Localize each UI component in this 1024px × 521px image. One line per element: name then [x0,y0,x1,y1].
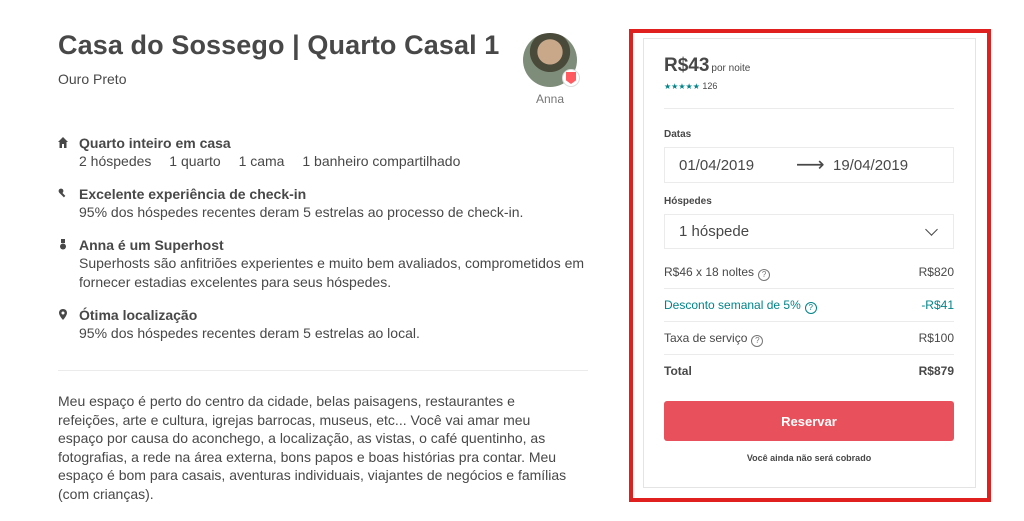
guests-select[interactable]: 1 hóspede [664,214,954,249]
feature-title: Excelente experiência de check-in [79,186,307,202]
price-row: R$43 por noite [664,55,750,77]
superhost-badge-icon [562,69,580,87]
check-out-date[interactable]: 19/04/2019 [833,157,908,174]
nightly-total-value: R$820 [918,265,954,279]
date-range-picker[interactable]: 01/04/2019 ⟶ 19/04/2019 [664,147,954,183]
listing-header: Casa do Sossego | Quarto Casal 1 Ouro Pr… [58,30,588,87]
rating[interactable]: ★★★★★ 126 [664,81,717,91]
feature-checkin: Excelente experiência de check-in 95% do… [58,186,598,222]
beds-count: 1 cama [238,153,285,169]
feature-superhost: Anna é um Superhost Superhosts são anfit… [58,237,598,292]
total-line: Total R$879 [664,364,954,378]
guests-label: Hóspedes [664,196,712,207]
card-divider [664,354,954,355]
nightly-total-line: R$46 x 18 noltes? R$820 [664,265,954,281]
total-label: Total [664,364,692,378]
discount-label: Desconto semanal de 5% [664,298,801,312]
help-icon[interactable]: ? [758,269,771,281]
help-icon[interactable]: ? [804,302,817,314]
check-in-date[interactable]: 01/04/2019 [679,157,754,174]
nightly-total-label: R$46 x 18 noltes [664,265,755,279]
review-count: 126 [702,81,718,91]
nightly-price: R$43 [664,55,710,76]
host-avatar[interactable] [523,33,580,87]
discount-line: Desconto semanal de 5%? -R$41 [664,298,954,314]
not-charged-note: Você ainda não será cobrado [746,453,872,463]
bedrooms-count: 1 quarto [169,153,221,169]
star-rating-icon: ★★★★★ [664,82,700,91]
listing-city: Ouro Preto [58,71,127,87]
arrow-right-icon: ⟶ [796,154,825,176]
card-divider [664,321,954,322]
listing-description: Meu espaço é perto do centro da cidade, … [58,393,567,502]
medal-icon [58,239,68,250]
per-night-label: por noite [711,63,751,74]
feature-description: 95% dos hóspedes recentes deram 5 estrel… [79,325,420,341]
listing-title: Casa do Sossego | Quarto Casal 1 [58,30,500,60]
feature-title: Quarto inteiro em casa [79,135,231,151]
feature-description: 95% dos hóspedes recentes deram 5 estrel… [79,204,524,220]
feature-description: Superhosts são anfitriões experientes e … [79,255,585,290]
service-fee-line: Taxa de serviço? R$100 [664,331,954,347]
home-icon [58,137,68,148]
card-divider [664,108,954,109]
help-icon[interactable]: ? [751,335,764,347]
bathrooms-count: 1 banheiro compartilhado [302,153,461,169]
service-fee-label: Taxa de serviço [664,331,748,345]
listing-features: Quarto inteiro em casa 2 hóspedes 1 quar… [58,135,598,358]
key-icon [58,188,68,199]
feature-title: Ótima localização [79,307,198,323]
section-divider [58,370,588,371]
feature-details: 2 hóspedes 1 quarto 1 cama 1 banheiro co… [79,152,598,171]
host-name[interactable]: Anna [520,92,580,106]
chevron-down-icon [925,223,938,236]
reserve-button[interactable]: Reservar [664,401,954,441]
host-profile[interactable]: Anna [520,33,580,106]
feature-location: Ótima localização 95% dos hóspedes recen… [58,307,598,343]
service-fee-value: R$100 [918,331,954,345]
discount-value: -R$41 [921,298,954,312]
feature-room-type: Quarto inteiro em casa 2 hóspedes 1 quar… [58,135,598,171]
guests-value: 1 hóspede [679,223,750,240]
dates-label: Datas [664,129,692,140]
location-pin-icon [58,309,68,320]
card-divider [664,288,954,289]
total-value: R$879 [918,364,954,378]
feature-title: Anna é um Superhost [79,237,224,253]
guests-count: 2 hóspedes [79,153,152,169]
